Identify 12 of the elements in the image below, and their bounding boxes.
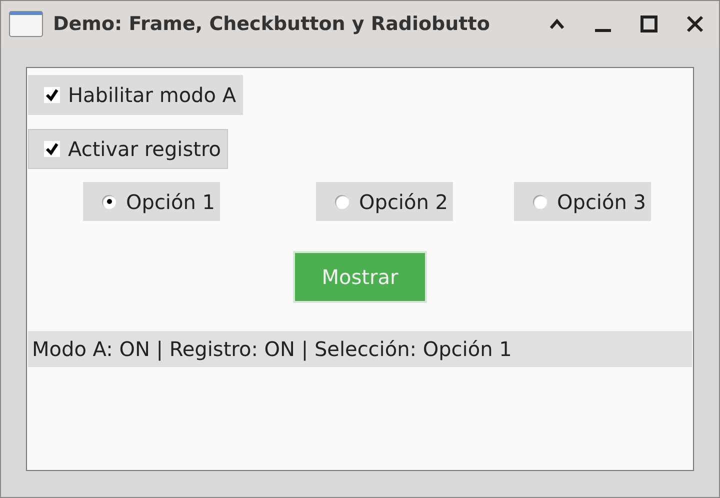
status-label: Modo A: ON | Registro: ON | Selección: Opción 1	[28, 331, 692, 367]
window-title: Demo: Frame, Checkbutton y Radiobutto	[53, 12, 491, 34]
window-icon	[9, 10, 43, 36]
radio-button[interactable]: Opción 1	[83, 182, 220, 221]
minimize-icon	[595, 29, 611, 32]
chevron-up-icon	[549, 18, 565, 30]
checkbox[interactable]: Habilitar modo A	[28, 75, 244, 115]
radio-button[interactable]: Opción 2	[316, 182, 453, 221]
close-icon	[686, 14, 704, 32]
checkbox[interactable]: Activar registro	[28, 129, 228, 169]
radio-button[interactable]: Opción 3	[514, 182, 651, 221]
maximize-icon	[640, 14, 658, 32]
